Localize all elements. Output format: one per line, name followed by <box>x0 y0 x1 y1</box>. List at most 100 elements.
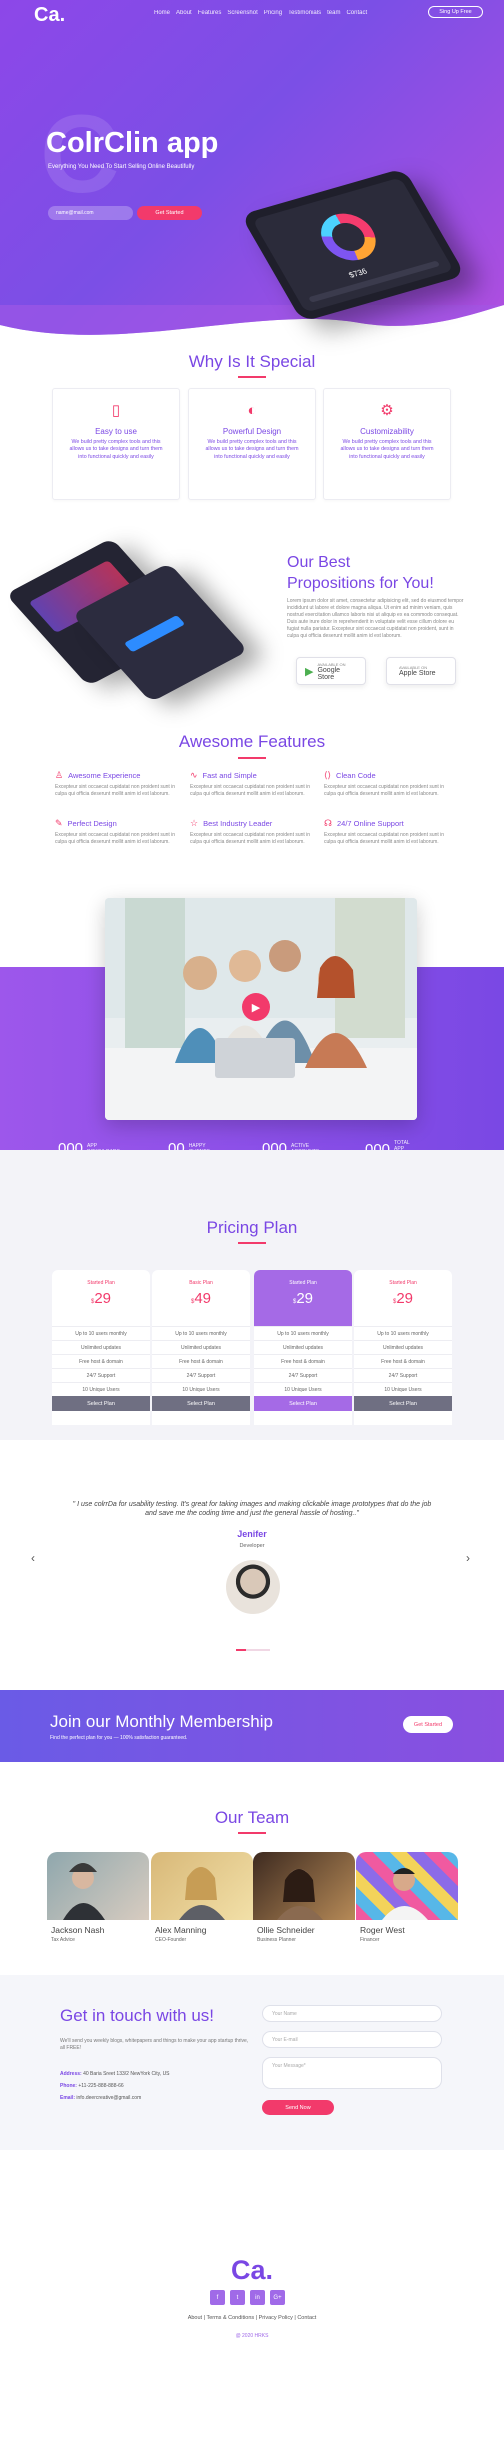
nav-item-screenshot[interactable]: Screenshot <box>227 10 257 16</box>
plan-feature: 10 Unique Users <box>152 1382 250 1396</box>
testimonial-next-arrow-icon[interactable]: › <box>466 1551 470 1565</box>
hero-email-input[interactable]: name@mail.com <box>48 206 133 220</box>
contact-email-field[interactable]: Your E-mail <box>262 2031 442 2048</box>
features-title-underline <box>238 757 266 759</box>
plan-feature: Up to 10 users monthly <box>52 1326 150 1340</box>
testimonial-quote: " I use colrrDa for usability testing. I… <box>72 1501 432 1518</box>
plan-feature: 24/7 Support <box>52 1368 150 1382</box>
contact-message-field[interactable]: Your Message* <box>262 2057 442 2089</box>
play-video-button[interactable]: ▶ <box>242 993 270 1021</box>
plan-feature: 10 Unique Users <box>254 1382 352 1396</box>
why-title: Why Is It Special <box>188 352 316 371</box>
address-label: Address: <box>60 2071 82 2077</box>
feature-text: Excepteur sint occaecat cupidatat non pr… <box>324 784 445 797</box>
contact-email: Email: info.deercreative@gmail.com <box>60 2095 141 2101</box>
nav-item-testimonials[interactable]: Testimonials <box>288 10 321 16</box>
active-dot <box>236 1649 246 1651</box>
select-plan-button[interactable]: Select Plan <box>52 1396 150 1411</box>
design-icon: ✎ <box>55 818 63 828</box>
contact-text: We'll send you weekly blogs, whitepapers… <box>60 2038 249 2051</box>
team-photo: ▶ <box>105 898 417 1120</box>
plan-feature: Up to 10 users monthly <box>152 1326 250 1340</box>
testimonial-prev-arrow-icon[interactable]: ‹ <box>31 1551 35 1565</box>
signup-button[interactable]: Sing Up Free <box>428 6 483 18</box>
nav-item-about[interactable]: About <box>176 10 192 16</box>
team-member-alex: Alex Manning CEO-Founder <box>151 1852 253 1943</box>
card-title: Easy to use <box>95 427 137 436</box>
plan-price: 29 <box>296 1290 314 1307</box>
hero-title: ColrClin app <box>46 127 219 159</box>
plan-feature: 10 Unique Users <box>52 1382 150 1396</box>
phone-label: Phone: <box>60 2083 77 2089</box>
plan-feature: Free host & domain <box>152 1354 250 1368</box>
nav-item-team[interactable]: team <box>327 10 340 16</box>
facebook-icon[interactable]: f <box>210 2290 225 2305</box>
phone-icon: ▯ <box>111 402 121 419</box>
plan-feature: Free host & domain <box>354 1354 452 1368</box>
star-icon: ☆ <box>190 818 199 828</box>
apple-store-label: Apple Store <box>399 670 436 677</box>
feature-industry-leader: ☆ Best Industry Leader Excepteur sint occ… <box>190 818 330 846</box>
nav-item-home[interactable]: Home <box>154 10 170 16</box>
nav-item-contact[interactable]: Contact <box>346 10 367 16</box>
card-text: We build pretty complex tools and this a… <box>205 439 299 460</box>
email-label: Email: <box>60 2095 76 2101</box>
contact-address: Address: 40 Baria Sreet 133/2 NewYork Ci… <box>60 2071 170 2077</box>
team-member-name: Ollie Schneider <box>257 1925 315 1935</box>
feature-text: Excepteur sint occaecat cupidatat non pr… <box>55 784 176 797</box>
plan-name: Basic Plan <box>189 1280 213 1286</box>
team-member-roger: Roger West Financer <box>356 1852 458 1943</box>
team-member-role: Tax Advice <box>51 1937 75 1943</box>
team-member-role: CEO-Founder <box>155 1937 187 1943</box>
feature-awesome-experience: ♙ Awesome Experience Excepteur sint occae… <box>55 770 195 798</box>
google-store-button[interactable]: ▶ AVAILABLE ON Google Store <box>296 657 366 685</box>
team-photo-ollie <box>253 1852 355 1920</box>
feature-fast-simple: ∿ Fast and Simple Excepteur sint occaecat… <box>190 770 330 798</box>
twitter-icon[interactable]: t <box>230 2290 245 2305</box>
pricing-plan-3-active: Started Plan $29 Up to 10 users monthly U… <box>254 1270 352 1425</box>
contact-title: Get in touch with us! <box>60 2006 215 2025</box>
feature-card-custom: ⚙ Customizability We build pretty comple… <box>323 388 451 500</box>
team-member-name: Alex Manning <box>155 1925 207 1935</box>
team-member-name: Roger West <box>360 1925 405 1935</box>
plan-price: 49 <box>194 1290 212 1307</box>
hero-get-started-button[interactable]: Get Started <box>137 206 202 220</box>
feature-text: Excepteur sint occaecat cupidatat non pr… <box>190 832 311 845</box>
feature-title: Fast and Simple <box>202 771 257 780</box>
select-plan-button[interactable]: Select Plan <box>152 1396 250 1411</box>
plan-name: Started Plan <box>87 1280 115 1286</box>
nav-item-features[interactable]: Features <box>198 10 222 16</box>
plan-feature: 10 Unique Users <box>354 1382 452 1396</box>
google-store-label: Google Store <box>317 666 341 681</box>
why-title-underline <box>238 376 266 378</box>
site-logo[interactable]: Ca. <box>34 4 65 27</box>
card-title: Customizability <box>360 427 414 436</box>
team-title-underline <box>238 1832 266 1834</box>
contact-name-field[interactable]: Your Name <box>262 2005 442 2022</box>
instagram-icon[interactable]: in <box>250 2290 265 2305</box>
google-plus-icon[interactable]: G+ <box>270 2290 285 2305</box>
send-now-button[interactable]: Send Now <box>262 2100 334 2115</box>
feature-clean-code: ⟨⟩ Clean Code Excepteur sint occaecat cup… <box>324 770 464 798</box>
phone-amount: $736 <box>347 266 369 280</box>
select-plan-button[interactable]: Select Plan <box>254 1396 352 1411</box>
features-title: Awesome Features <box>178 732 326 751</box>
google-play-icon: ▶ <box>305 665 314 678</box>
landing-page: Ca. Home About Features Screenshot Prici… <box>0 0 504 2450</box>
testimonial-pagination[interactable] <box>236 1649 270 1651</box>
nav-item-pricing[interactable]: Pricing <box>264 10 282 16</box>
main-nav: Home About Features Screenshot Pricing T… <box>154 10 367 16</box>
team-photo-roger <box>356 1852 458 1920</box>
screenshot-button <box>123 615 186 653</box>
select-plan-button[interactable]: Select Plan <box>354 1396 452 1411</box>
pricing-plan-4: Started Plan $29 Up to 10 users monthly U… <box>354 1270 452 1425</box>
footer-links[interactable]: About | Terms & Conditions | Privacy Pol… <box>0 2315 504 2321</box>
testimonial-role: Developer <box>239 1543 265 1549</box>
plan-feature: Up to 10 users monthly <box>254 1326 352 1340</box>
team-photo-alex <box>151 1852 253 1920</box>
propositions-title: Our Best Propositions for You! <box>287 553 434 595</box>
feature-title: 24/7 Online Support <box>337 819 404 828</box>
membership-get-started-button[interactable]: Get Started <box>403 1716 453 1733</box>
apple-store-button[interactable]: AVAILABLE ON Apple Store <box>386 657 456 685</box>
footer-logo[interactable]: Ca. <box>0 2255 504 2286</box>
